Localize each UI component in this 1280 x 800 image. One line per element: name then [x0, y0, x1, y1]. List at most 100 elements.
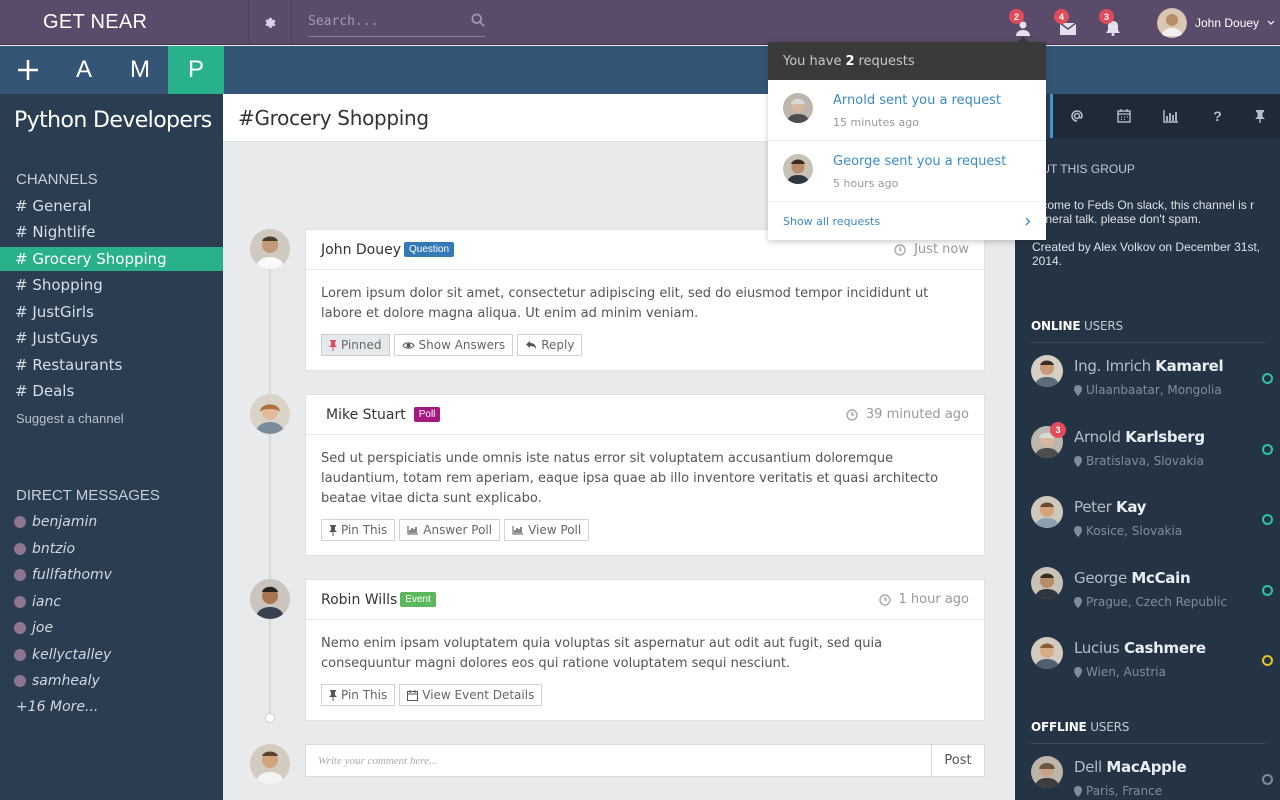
eye-icon: [401, 341, 415, 349]
notifications-button[interactable]: 3: [1099, 9, 1127, 36]
channel-item[interactable]: # Shopping: [0, 273, 223, 297]
avatar: [783, 154, 813, 184]
dm-item[interactable]: kellyctalley: [14, 644, 111, 666]
avatar[interactable]: [250, 229, 290, 269]
avatar[interactable]: [250, 394, 290, 434]
brand-logo[interactable]: GET NEAR: [0, 0, 249, 45]
online-user[interactable]: Ing. Imrich Kamarel Ulaanbaatar, Mongoli…: [1031, 355, 1275, 405]
suggest-channel-link[interactable]: Suggest a channel: [16, 411, 124, 426]
dm-item[interactable]: joe: [14, 617, 53, 639]
workspace-tab-p[interactable]: P: [168, 46, 224, 94]
requests-button[interactable]: 2: [1009, 9, 1037, 36]
dm-item[interactable]: benjamin: [14, 511, 97, 533]
search-icon[interactable]: [471, 13, 485, 27]
post-author[interactable]: John Douey: [321, 242, 401, 258]
pin-icon: [329, 340, 337, 351]
comment-form: Write your comment here... Post: [305, 744, 985, 777]
view-poll-button[interactable]: View Poll: [504, 519, 590, 541]
location-text: Bratislava, Slovakia: [1086, 454, 1204, 468]
map-marker-icon: [1074, 525, 1082, 537]
online-user[interactable]: Lucius Cashmere Wien, Austria: [1031, 637, 1275, 687]
add-workspace-button[interactable]: [0, 46, 56, 94]
channel-item[interactable]: # JustGuys: [0, 326, 223, 350]
last-name: Cashmere: [1124, 639, 1206, 657]
post-body: Sed ut perspiciatis unde omnis iste natu…: [321, 451, 939, 506]
reply-button[interactable]: Reply: [517, 334, 583, 356]
pin-this-button[interactable]: Pin This: [321, 684, 396, 706]
last-name: MacApple: [1106, 758, 1187, 776]
pin-icon: [329, 690, 337, 701]
channel-item[interactable]: # JustGirls: [0, 300, 223, 324]
map-marker-icon: [1074, 666, 1082, 678]
dm-name: bntzio: [32, 541, 76, 557]
avatar: [1031, 567, 1063, 599]
online-user[interactable]: Peter Kay Kosice, Slovakia: [1031, 496, 1275, 546]
view-event-details-button[interactable]: View Event Details: [399, 684, 543, 706]
notifications-badge: 3: [1099, 9, 1114, 24]
tab-pinned[interactable]: [1236, 94, 1280, 138]
messages-button[interactable]: 4: [1054, 9, 1082, 36]
request-item[interactable]: Arnold sent you a request 15 minutes ago: [768, 80, 1046, 141]
offline-user[interactable]: Dell MacApple Paris, France: [1031, 756, 1275, 800]
right-panel: ? OUT THIS GROUP elcome to Feds On slack…: [1015, 94, 1280, 800]
post-author[interactable]: Mike Stuart: [326, 407, 406, 423]
answer-poll-button[interactable]: Answer Poll: [399, 519, 501, 541]
tab-calendar[interactable]: [1100, 94, 1147, 138]
time-label: 39 minuted ago: [865, 407, 969, 422]
section-bold: ONLINE: [1031, 319, 1081, 333]
tab-help[interactable]: ?: [1194, 94, 1241, 138]
search-input[interactable]: [308, 9, 468, 33]
dm-item[interactable]: samhealy: [14, 670, 100, 692]
channel-item[interactable]: # Nightlife: [0, 220, 223, 244]
clock-icon: [846, 408, 858, 421]
post-author[interactable]: Robin Wills: [321, 592, 397, 608]
tab-mentions[interactable]: [1053, 94, 1100, 138]
about-created: Created by Alex Volkov on December 31st,…: [1032, 240, 1261, 268]
dm-name: joe: [32, 620, 54, 636]
online-user[interactable]: George McCain Prague, Czech Republic: [1031, 567, 1275, 617]
dropdown-arrow: [1017, 36, 1029, 42]
post-body: Nemo enim ipsam voluptatem quia voluptas…: [321, 636, 883, 671]
settings-button[interactable]: [249, 0, 292, 45]
dm-item[interactable]: bntzio: [14, 538, 75, 560]
show-answers-button[interactable]: Show Answers: [393, 334, 514, 356]
post-button[interactable]: Post: [932, 744, 985, 777]
comment-input[interactable]: Write your comment here...: [305, 744, 932, 777]
poll-tag: Poll: [413, 407, 441, 422]
request-item[interactable]: George sent you a request 5 hours ago: [768, 141, 1046, 202]
more-dms-link[interactable]: +16 More...: [16, 699, 98, 715]
online-user[interactable]: 3 Arnold Karlsberg Bratislava, Slovakia: [1031, 422, 1275, 476]
pin-this-button[interactable]: Pin This: [321, 519, 396, 541]
avatar[interactable]: [250, 579, 290, 619]
dm-item[interactable]: ianc: [14, 591, 61, 613]
channel-item[interactable]: # General: [0, 194, 223, 218]
post-header: Mike Stuart Poll 39 minuted ago: [306, 395, 984, 435]
channel-item-active[interactable]: # Grocery Shopping: [0, 247, 223, 271]
bar-chart-icon: [512, 526, 524, 535]
pinned-button[interactable]: Pinned: [321, 334, 390, 356]
gear-icon: [265, 17, 276, 28]
away-status-icon: [1262, 655, 1273, 666]
button-label: Answer Poll: [423, 523, 493, 537]
offline-status-icon: [1262, 774, 1273, 785]
chevron-down-icon: [1267, 20, 1275, 25]
user-menu[interactable]: John Douey: [1157, 7, 1275, 39]
time-label: 1 hour ago: [898, 592, 969, 607]
reply-icon: [526, 341, 537, 349]
avatar: [1031, 496, 1063, 528]
post-time: 39 minuted ago: [846, 407, 969, 422]
dm-item[interactable]: fullfathomv: [14, 564, 112, 586]
question-tag: Question: [404, 242, 455, 257]
workspace-tab-a[interactable]: A: [56, 46, 112, 94]
channel-item[interactable]: # Deals: [0, 379, 223, 403]
workspace-tab-m[interactable]: M: [112, 46, 168, 94]
request-text: Arnold sent you a request: [833, 93, 1001, 108]
user-location: Ulaanbaatar, Mongolia: [1074, 383, 1222, 397]
show-all-requests-link[interactable]: Show all requests: [768, 202, 1046, 240]
button-label: Pinned: [341, 338, 382, 352]
tab-stats[interactable]: [1147, 94, 1194, 138]
post-time: 1 hour ago: [878, 592, 969, 607]
channel-item[interactable]: # Restaurants: [0, 353, 223, 377]
first-name: Arnold: [1074, 428, 1121, 446]
panel-tabs: ?: [1015, 94, 1280, 138]
